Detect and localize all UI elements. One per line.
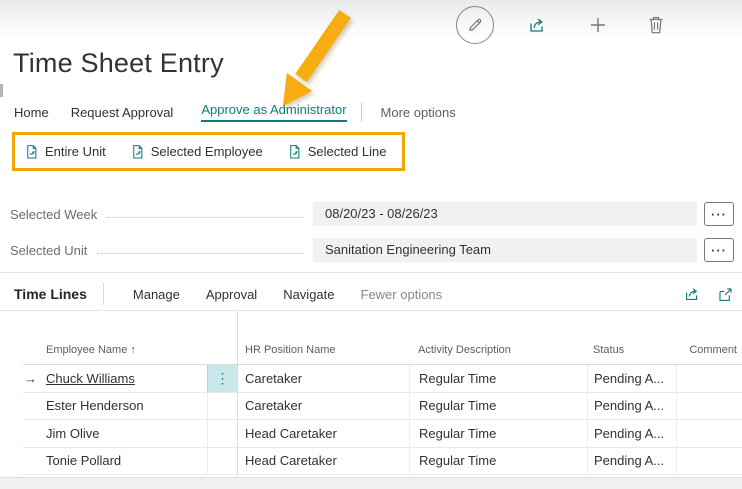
employee-name-link[interactable]: Chuck Williams [46,371,135,386]
dotted-leader [97,253,303,254]
approve-entire-unit-button[interactable]: Entire Unit [24,144,106,160]
menu-approval[interactable]: Approval [206,287,257,302]
approve-selected-employee-label: Selected Employee [151,144,263,159]
section-divider [0,272,742,273]
table-row[interactable]: Jim Olive Head Caretaker Regular Time Pe… [23,420,742,448]
status-cell[interactable]: Pending A... [587,365,676,392]
hr-position-cell[interactable]: Caretaker [237,393,409,420]
page-title: Time Sheet Entry [13,48,224,79]
header-gradient [0,0,742,38]
status-cell[interactable]: Pending A... [587,393,676,420]
table-row[interactable]: Tonie Pollard Head Caretaker Regular Tim… [23,448,742,476]
comment-cell[interactable] [676,420,742,447]
selected-week-label: Selected Week [10,207,97,222]
status-cell[interactable]: Pending A... [587,420,676,447]
menu-fewer-options[interactable]: Fewer options [361,287,443,302]
row-menu-cell [207,448,237,475]
column-header-employee-name[interactable]: Employee Name ↑ [40,344,237,356]
status-cell[interactable]: Pending A... [587,448,676,475]
row-menu-cell [207,393,237,420]
approve-entire-unit-label: Entire Unit [45,144,106,159]
sort-ascending-icon: ↑ [130,344,136,356]
delete-button[interactable] [645,13,667,37]
row-menu-cell [207,420,237,447]
document-approve-icon [287,144,302,160]
table-row-selected[interactable]: → Chuck Williams ⋮ Caretaker Regular Tim… [23,365,742,393]
activity-cell[interactable]: Regular Time [409,365,587,392]
trash-icon [646,14,666,36]
hr-position-cell[interactable]: Head Caretaker [237,420,409,447]
row-selector-cell [23,393,40,420]
row-selector-cell [23,448,40,475]
comment-cell[interactable] [676,448,742,475]
plus-icon [588,15,608,35]
activity-cell[interactable]: Regular Time [409,448,587,475]
selected-unit-label: Selected Unit [10,243,87,258]
column-header-status[interactable]: Status [587,344,676,356]
comment-cell[interactable] [676,365,742,392]
tab-approve-as-administrator[interactable]: Approve as Administrator [201,102,346,122]
column-header-comment[interactable]: Comment [676,344,742,356]
employee-name-cell[interactable]: Tonie Pollard [40,448,207,475]
share-button[interactable] [526,14,548,36]
approve-selected-line-label: Selected Line [308,144,387,159]
menu-manage[interactable]: Manage [133,287,180,302]
share-list-icon[interactable] [683,285,701,303]
row-context-menu-button[interactable]: ⋮ [207,365,237,392]
open-in-new-window-icon[interactable] [717,286,734,303]
tab-home[interactable]: Home [14,105,49,120]
selected-week-input[interactable]: 08/20/23 - 08/26/23 [313,202,697,226]
hr-position-cell[interactable]: Caretaker [237,365,409,392]
activity-cell[interactable]: Regular Time [409,420,587,447]
tab-request-approval[interactable]: Request Approval [71,105,174,120]
action-tab-bar: Home Request Approval Approve as Adminis… [14,100,456,124]
employee-name-cell[interactable]: Jim Olive [40,420,207,447]
comment-cell[interactable] [676,393,742,420]
table-row[interactable]: Ester Henderson Caretaker Regular Time P… [23,393,742,421]
tab-divider [361,103,362,122]
document-approve-icon [24,144,39,160]
selected-unit-field-row: Selected Unit Sanitation Engineering Tea… [10,238,737,262]
tab-more-options[interactable]: More options [381,105,456,120]
toolbar-divider [103,283,104,305]
approve-selected-employee-button[interactable]: Selected Employee [130,144,263,160]
approve-selected-line-button[interactable]: Selected Line [287,144,387,160]
employee-name-cell[interactable]: Ester Henderson [40,393,207,420]
active-row-indicator-icon: → [23,365,40,392]
pencil-icon [465,15,485,35]
document-approve-icon [130,144,145,160]
bottom-scrollbar-track [0,477,742,489]
approve-actions-highlight-box: Entire Unit Selected Employee Selected L… [12,132,405,171]
dotted-leader [107,217,303,218]
time-lines-table: → Chuck Williams ⋮ Caretaker Regular Tim… [23,365,742,475]
screen-edge-artifact [0,84,3,97]
section-divider [0,310,742,311]
column-header-hr-position-name[interactable]: HR Position Name [237,344,409,356]
table-header-row: Employee Name ↑ HR Position Name Activit… [23,335,742,365]
time-sheet-entry-page: Time Sheet Entry Home Request Approval A… [0,0,742,489]
add-button[interactable] [587,14,609,36]
row-selector-cell [23,420,40,447]
selected-unit-input[interactable]: Sanitation Engineering Team [313,238,697,262]
time-lines-toolbar: Time Lines Manage Approval Navigate Fewe… [14,279,734,309]
hr-position-cell[interactable]: Head Caretaker [237,448,409,475]
menu-navigate[interactable]: Navigate [283,287,334,302]
edit-button[interactable] [456,6,494,44]
selected-unit-lookup-button[interactable]: ··· [704,238,734,262]
activity-cell[interactable]: Regular Time [409,393,587,420]
share-icon [527,15,547,35]
selected-week-lookup-button[interactable]: ··· [704,202,734,226]
column-header-activity-description[interactable]: Activity Description [409,344,587,356]
time-lines-section-title: Time Lines [14,286,87,302]
selected-week-field-row: Selected Week 08/20/23 - 08/26/23 ··· [10,202,737,226]
